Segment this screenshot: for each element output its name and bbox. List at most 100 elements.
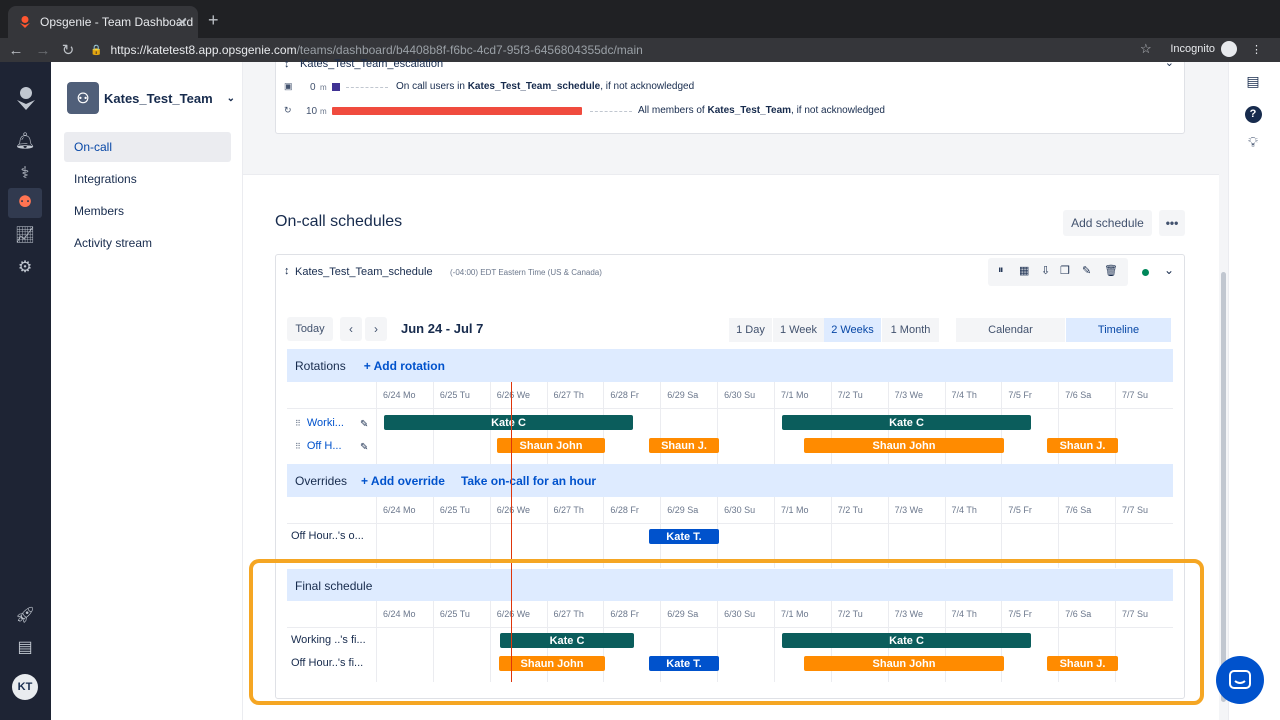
shift-bar[interactable]: Kate T. [649,529,719,544]
tab-close-icon[interactable]: ✕ [176,14,188,31]
url-host: https://katetest8.app.opsgenie.com [110,43,297,57]
feed-icon[interactable]: ▤ [14,637,36,659]
reload-icon[interactable]: ↻ [56,41,80,59]
final-schedule-highlight [249,559,1204,705]
rule-duration-bar [332,83,340,91]
edit-pencil-icon[interactable]: ✎ [360,442,368,453]
avatar[interactable]: KT [12,674,38,700]
shift-bar[interactable]: Shaun John [497,438,605,453]
range-2-weeks[interactable]: 2 Weeks [824,318,881,342]
day-column-label: 7/2 Tu [830,497,888,523]
more-options-button[interactable]: ••• [1159,210,1185,236]
day-column-label: 6/25 Tu [432,382,490,408]
analytics-icon[interactable]: 📈︎ [14,225,36,247]
day-column-label: 7/6 Sa [1058,497,1115,523]
sort-arrow-icon: ↕ [284,265,290,277]
chat-launcher-button[interactable] [1216,656,1264,704]
alerts-bell-icon[interactable]: 🔔︎ [14,131,36,153]
next-period-button[interactable]: › [365,317,387,341]
day-column-label: 7/1 Mo [773,382,831,408]
view-calendar[interactable]: Calendar [956,318,1065,342]
shift-bar[interactable]: Shaun J. [649,438,719,453]
pause-icon[interactable]: ⏸︎ [998,264,1004,277]
browser-tab-bar: Opsgenie - Team Dashboard ✕ + [0,0,1280,38]
grid-line [376,409,377,464]
back-icon[interactable]: ← [4,42,28,59]
shift-bar[interactable]: Shaun John [804,438,1004,453]
chevron-down-icon[interactable]: ⌄ [1164,263,1174,277]
export-icon[interactable]: ⇩ [1041,264,1050,277]
menu-dots-icon[interactable]: ⋮ [1251,43,1262,56]
day-column-label: 6/29 Sa [660,497,717,523]
day-column-label: 7/5 Fr [1001,497,1058,523]
range-1-week[interactable]: 1 Week [773,318,824,342]
edit-pencil-icon[interactable]: ✎ [1082,264,1091,277]
day-column-label: 6/30 Su [717,382,774,408]
shift-bar[interactable]: Kate C [782,415,1031,430]
add-rotation-link[interactable]: + Add rotation [364,359,445,373]
incidents-icon[interactable]: ⚕︎ [14,163,36,185]
override-row-label: Off Hour..'s o... [291,530,364,542]
repeat-rule-icon: ↻ [284,105,292,115]
range-1-day[interactable]: 1 Day [729,318,772,342]
rule-unit: m [320,107,327,116]
day-column-label: 7/7 Su [1115,497,1172,523]
rocket-icon[interactable]: 🚀︎ [14,605,36,627]
day-column-label: 7/1 Mo [773,497,831,523]
day-column-label: 7/3 We [887,497,945,523]
day-column-label: 6/24 Mo [376,382,433,408]
forward-icon[interactable]: → [31,42,55,59]
range-1-month[interactable]: 1 Month [882,318,939,342]
today-button[interactable]: Today [287,317,333,341]
rotation-row-label[interactable]: ⠿ Worki... [295,417,344,429]
sidebar-item-integrations[interactable]: Integrations [64,164,231,194]
global-nav-rail: 🔔︎ ⚕︎ ⚉ 📈︎ ⚙ 🚀︎ ▤ KT [0,62,51,720]
chevron-down-icon[interactable]: ⌄ [1165,56,1174,69]
team-switcher[interactable]: ⚇ Kates_Test_Team ⌄ [67,82,235,114]
day-column-label: 6/26 We [489,382,547,408]
new-tab-icon[interactable]: + [208,10,219,31]
day-column-label: 6/26 We [489,497,547,523]
grid-line [717,409,719,464]
edit-pencil-icon[interactable]: ✎ [360,419,368,430]
take-on-call-link[interactable]: Take on-call for an hour [461,474,596,488]
tab-title: Opsgenie - Team Dashboard [40,15,194,29]
bookmark-star-icon[interactable]: ☆ [1140,41,1152,57]
address-bar[interactable]: 🔒 https://katetest8.app.opsgenie.com/tea… [90,40,1160,60]
grid-line [660,409,662,464]
calendar-icon[interactable]: ▦ [1019,264,1029,277]
incognito-indicator[interactable]: Incognito ⋮ [1170,41,1262,57]
rule-text: All members of Kates_Test_Team, if not a… [638,105,885,116]
day-column-label: 7/4 Th [944,382,1002,408]
scrollbar-thumb[interactable] [1221,272,1226,702]
date-range: Jun 24 - Jul 7 [401,321,484,336]
rule-unit: m [320,83,327,92]
add-override-link[interactable]: + Add override [361,474,445,488]
schedules-title: On-call schedules [275,213,403,230]
lightbulb-icon[interactable]: 💡︎ [1243,134,1263,154]
sidebar-item-label: On-call [74,140,113,154]
date-header-row: 6/24 Mo 6/25 Tu 6/26 We 6/27 Th 6/28 Fr 6/29 … [287,497,1173,524]
day-column-label: 7/5 Fr [1001,382,1058,408]
rule-delay: 10 [306,106,318,117]
rotation-row-label[interactable]: ⠿ Off H... [295,440,342,452]
trash-icon[interactable]: 🗑︎ [1104,264,1118,277]
rotations-header: Rotations + Add rotation [287,349,1173,382]
sidebar-item-activity-stream[interactable]: Activity stream [64,228,231,258]
teams-icon[interactable]: ⚉ [8,188,42,218]
view-timeline[interactable]: Timeline [1066,318,1171,342]
shift-bar[interactable]: Kate C [384,415,633,430]
help-icon[interactable]: ? [1243,104,1263,124]
settings-gear-icon[interactable]: ⚙ [14,257,36,279]
shift-bar[interactable]: Shaun J. [1047,438,1118,453]
sidebar-item-on-call[interactable]: On-call [64,132,231,162]
day-column-label: 6/28 Fr [603,497,660,523]
prev-period-button[interactable]: ‹ [340,317,362,341]
copy-icon[interactable]: ❐ [1060,264,1070,277]
panel-toggle-icon[interactable]: ▤ [1243,73,1263,93]
add-schedule-button[interactable]: Add schedule [1063,210,1152,236]
sidebar-item-members[interactable]: Members [64,196,231,226]
browser-tab[interactable]: Opsgenie - Team Dashboard ✕ [8,6,198,38]
incognito-icon [1221,41,1237,57]
opsgenie-logo-icon[interactable] [14,86,38,112]
